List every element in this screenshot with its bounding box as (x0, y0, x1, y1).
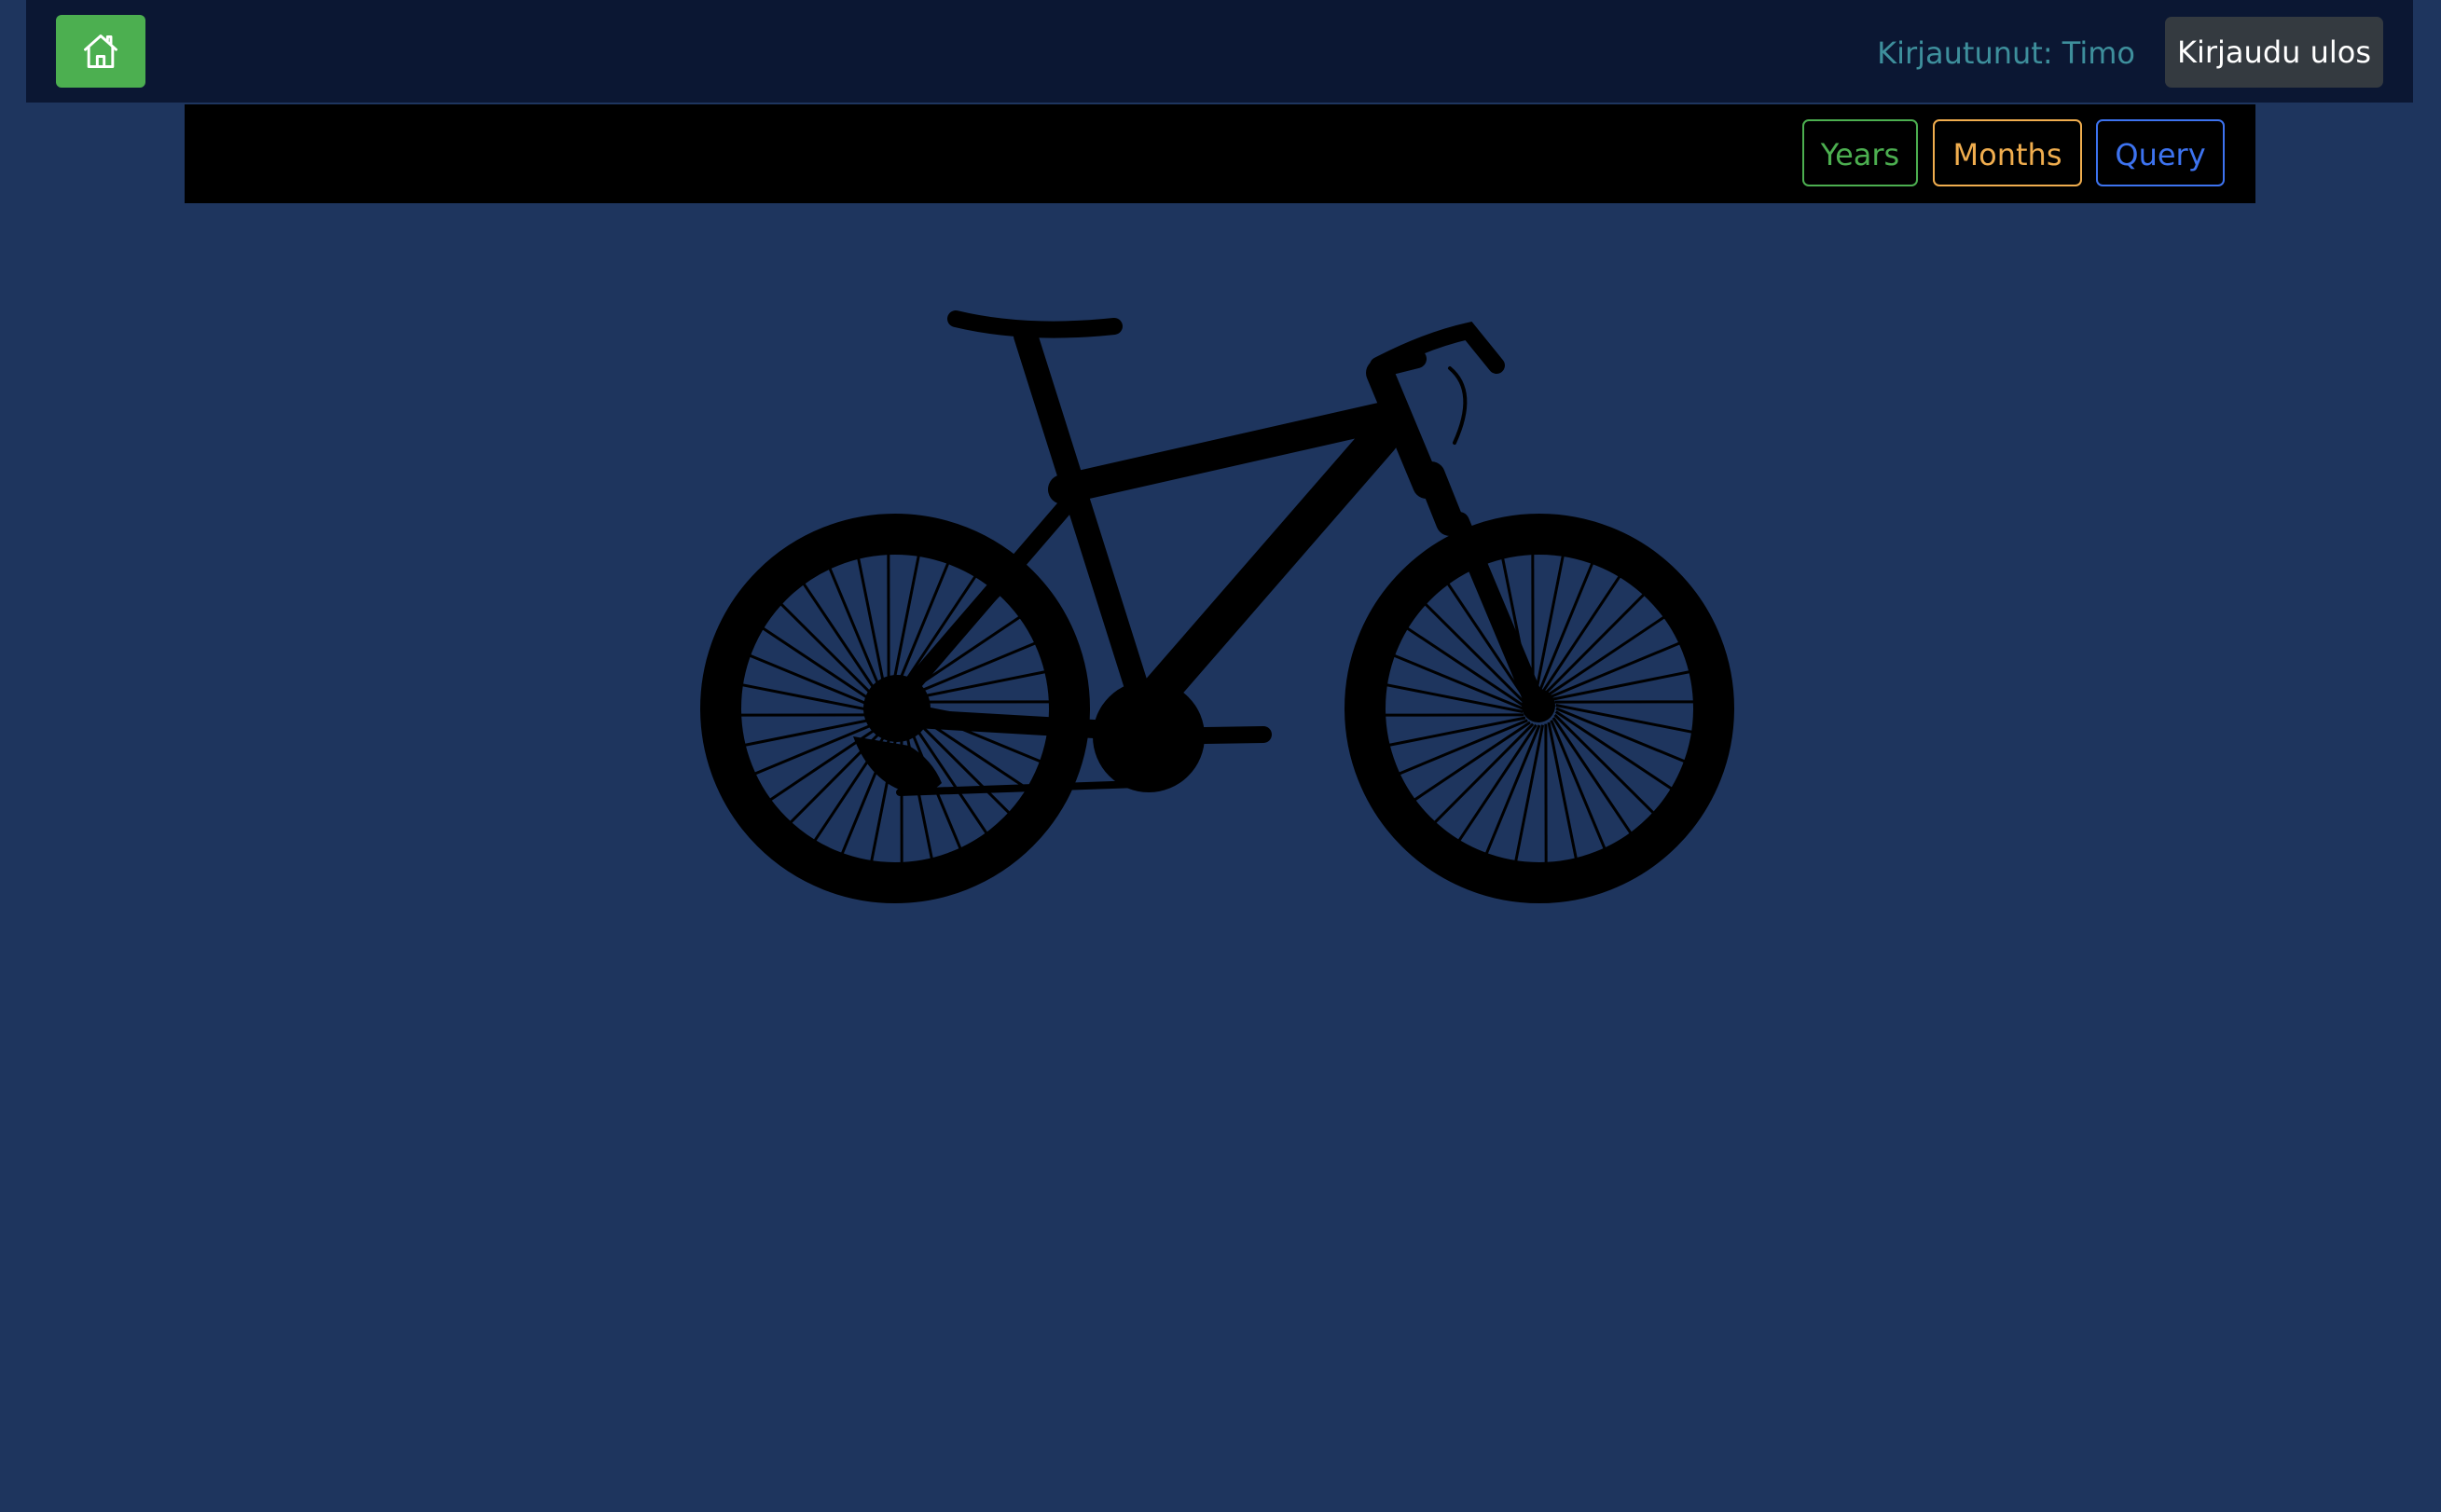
wheel-spoke (1386, 716, 1526, 748)
section-navbar: Years Months Query (185, 104, 2255, 203)
logged-in-user-label: Kirjautunut: Timo (1877, 35, 2135, 71)
home-button[interactable] (56, 15, 145, 88)
wheel-spoke (1555, 704, 1695, 735)
wheel-spoke (856, 556, 888, 695)
chainring (1093, 680, 1205, 792)
top-header: Kirjautunut: Timo Kirjaudu ulos (26, 0, 2413, 103)
wheel-spoke (1547, 722, 1579, 861)
logout-button[interactable]: Kirjaudu ulos (2165, 17, 2383, 88)
bicycle-silhouette-icon (700, 310, 1734, 903)
wheel-spoke (1513, 724, 1544, 864)
years-button[interactable]: Years (1802, 119, 1918, 186)
months-button[interactable]: Months (1933, 119, 2082, 186)
wheel-spoke (1535, 553, 1565, 693)
wheel-spoke (1384, 682, 1524, 713)
wheel-spoke (739, 682, 879, 713)
query-button[interactable]: Query (2096, 119, 2225, 186)
wheel-spoke (1552, 669, 1692, 701)
home-icon (84, 34, 117, 68)
